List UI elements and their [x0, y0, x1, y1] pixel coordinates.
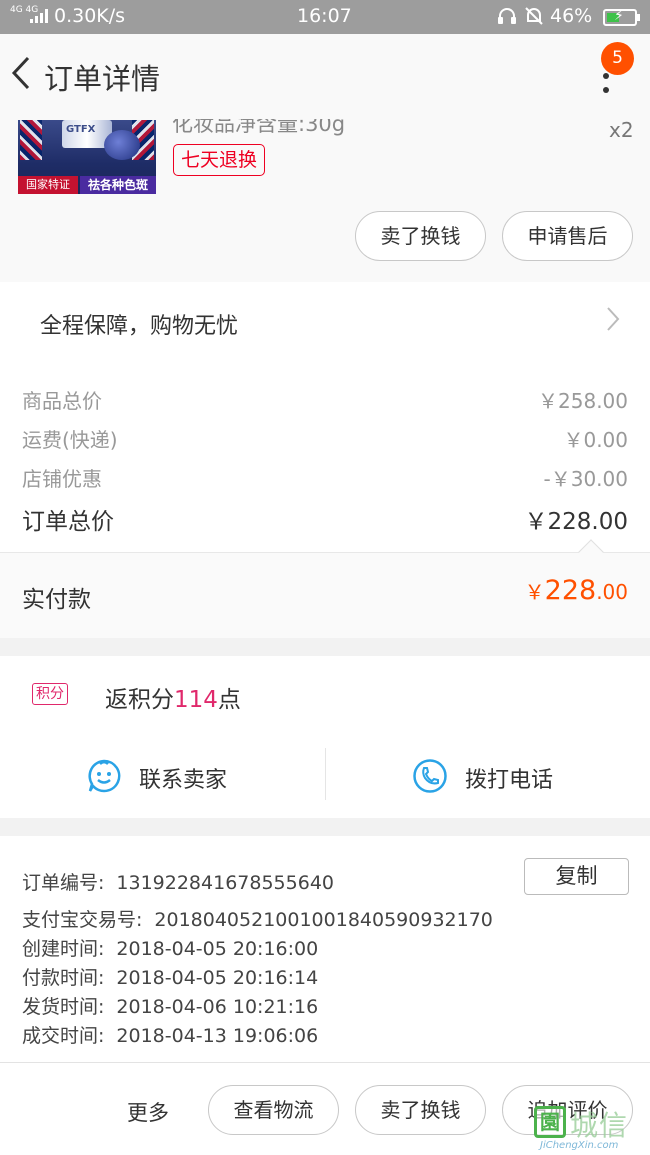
completed-time-row: 成交时间: 2018-04-13 19:06:06 [22, 1021, 318, 1048]
back-arrow-icon[interactable] [8, 54, 34, 100]
guarantee-text: 全程保障，购物无忧 [40, 314, 239, 339]
points-suffix: 点 [217, 687, 241, 713]
alipay-trade-row: 支付宝交易号: 2018040521001001840590932170 [22, 905, 493, 932]
product-section: GTFX 国家特证 祛各种色斑 化妆品净含量:30g x2 七天退换 卖了换钱 … [0, 112, 650, 282]
site-watermark: 園 城信 JiChengXin.com [530, 1104, 650, 1155]
price-value: -￥30.00 [543, 467, 628, 491]
battery-icon: ⚡ [603, 8, 640, 26]
points-tag: 积分 [32, 683, 68, 705]
price-summary: 商品总价 ￥258.00 运费(快递) ￥0.00 店铺优惠 -￥30.00 订… [0, 362, 650, 552]
points-text: 返积分114点 [105, 680, 241, 714]
actual-payment-row: 实付款 ￥228.00 [0, 539, 650, 638]
watermark-text: 城信 [570, 1109, 629, 1142]
call-phone-label: 拨打电话 [465, 768, 554, 793]
contact-bar: 联系卖家 拨打电话 [0, 736, 650, 818]
product-quantity: x2 [609, 118, 634, 142]
info-label: 付款时间: [22, 967, 105, 989]
paid-currency: ￥ [524, 580, 545, 604]
order-number: 131922841678555640 [116, 872, 334, 894]
call-phone-button[interactable]: 拨打电话 [326, 736, 650, 818]
status-bar: 4G 4G 0.30K/s 16:07 46% ⚡ [0, 0, 650, 34]
view-logistics-button[interactable]: 查看物流 [208, 1085, 339, 1135]
price-label: 店铺优惠 [22, 467, 102, 491]
watermark-url: JiChengXin.com [540, 1140, 619, 1151]
thumbnail-brand: GTFX [66, 124, 96, 135]
copy-button[interactable]: 复制 [524, 858, 629, 895]
battery-percent: 46% [550, 5, 593, 27]
shipped-time: 2018-04-06 10:21:16 [116, 996, 319, 1018]
guarantee-row[interactable]: 全程保障，购物无忧 [0, 282, 650, 362]
order-total-label: 订单总价 [22, 509, 114, 535]
paid-time: 2018-04-05 20:16:14 [116, 967, 319, 989]
info-label: 支付宝交易号: [22, 909, 143, 931]
price-value: ￥0.00 [563, 428, 628, 452]
refund-policy-tag: 七天退换 [173, 144, 266, 176]
price-label: 商品总价 [22, 389, 102, 413]
product-spec: 化妆品净含量:30g [172, 112, 346, 136]
paid-amount: ￥228.00 [525, 575, 628, 606]
order-info: 订单编号: 131922841678555640 复制 支付宝交易号: 201804… [0, 836, 650, 1062]
shipped-time-row: 发货时间: 2018-04-06 10:21:16 [22, 992, 318, 1019]
info-label: 订单编号: [22, 872, 105, 894]
chevron-right-icon [606, 306, 620, 339]
page-title: 订单详情 [44, 62, 161, 96]
points-amount: 114 [174, 687, 218, 713]
created-time: 2018-04-05 20:16:00 [116, 938, 319, 960]
paid-decimal: .00 [596, 580, 628, 604]
blueberry-image [104, 130, 140, 160]
app-header: 订单详情 5 [0, 34, 650, 112]
info-label: 创建时间: [22, 938, 105, 960]
order-total-value: ￥228.00 [524, 509, 628, 535]
sell-for-cash-button[interactable]: 卖了换钱 [355, 1085, 486, 1135]
points-row: 积分 返积分114点 [0, 656, 650, 736]
sell-for-cash-button[interactable]: 卖了换钱 [355, 211, 486, 261]
phone-icon [413, 759, 447, 793]
price-value: ￥258.00 [538, 389, 628, 413]
clock: 16:07 [297, 5, 352, 27]
order-number-row: 订单编号: 131922841678555640 [22, 868, 334, 895]
signal-icon [30, 9, 48, 23]
notification-badge: 5 [601, 42, 634, 75]
flag-decoration [20, 120, 42, 160]
points-prefix: 返积分 [105, 687, 174, 713]
apply-after-sales-button[interactable]: 申请售后 [502, 211, 633, 261]
paid-label: 实付款 [22, 587, 91, 613]
price-label: 运费(快递) [22, 428, 118, 452]
paid-integer: 228 [544, 575, 597, 606]
paid-time-row: 付款时间: 2018-04-05 20:16:14 [22, 963, 318, 990]
thumbnail-tag: 祛各种色斑 [80, 176, 156, 194]
contact-seller-button[interactable]: 联系卖家 [0, 736, 325, 818]
chat-face-icon [88, 759, 121, 793]
completed-time: 2018-04-13 19:06:06 [116, 1025, 319, 1047]
contact-seller-label: 联系卖家 [139, 768, 228, 793]
info-label: 发货时间: [22, 996, 105, 1018]
info-label: 成交时间: [22, 1025, 105, 1047]
thumbnail-tag: 国家特证 [18, 176, 78, 194]
product-thumbnail[interactable]: GTFX 国家特证 祛各种色斑 [18, 120, 156, 194]
mute-bell-icon [523, 5, 545, 32]
more-actions-link[interactable]: 更多 [127, 1097, 169, 1127]
alipay-trade-number: 2018040521001001840590932170 [154, 909, 493, 931]
created-time-row: 创建时间: 2018-04-05 20:16:00 [22, 934, 318, 961]
watermark-logo-icon: 園 [534, 1106, 566, 1138]
network-speed: 0.30K/s [54, 5, 126, 27]
headphone-icon [496, 5, 518, 32]
